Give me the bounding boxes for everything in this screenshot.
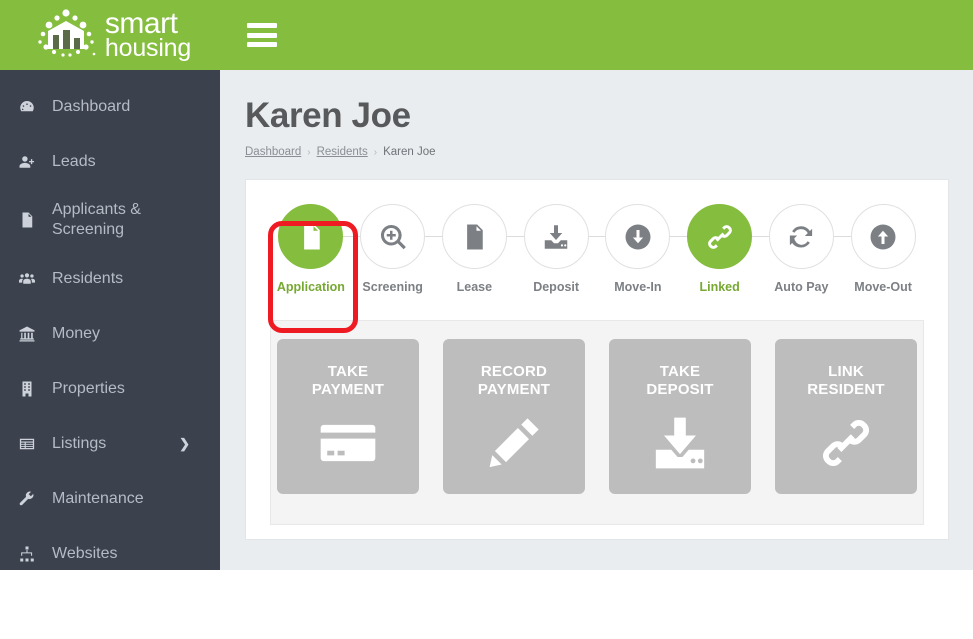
sidebar-nav: Dashboard Leads Applicants & Screening Resi… [0, 70, 220, 570]
sidebar-item-applicants-screening[interactable]: Applicants & Screening [0, 189, 220, 251]
workflow-step-lease[interactable]: Lease [434, 204, 516, 294]
breadcrumb-item: Karen Joe [383, 146, 436, 158]
arrow-up-circle-icon [850, 204, 916, 269]
sidebar-item-maintenance[interactable]: Maintenance [0, 471, 220, 526]
action-tile-take-deposit[interactable]: TAKE DEPOSIT [609, 339, 751, 494]
action-tile-label-line2: PAYMENT [477, 380, 551, 398]
workflow-stepper: Application Screening Lease Deposit Move-In L… [246, 180, 948, 302]
bank-icon [18, 325, 44, 343]
workflow-step-label: Move-In [614, 280, 662, 294]
wrench-icon [18, 490, 44, 508]
sidebar-item-listings[interactable]: Listings ❯ [0, 416, 220, 471]
workflow-step-label: Linked [699, 280, 740, 294]
sitemap-icon [18, 545, 44, 563]
chain-link-icon [687, 204, 753, 269]
sidebar-item-label: Residents [52, 269, 124, 287]
breadcrumb-item[interactable]: Residents [317, 146, 368, 158]
hamburger-menu-icon[interactable] [247, 23, 277, 47]
breadcrumb-item[interactable]: Dashboard [245, 146, 301, 158]
action-tile-label: LINK RESIDENT [807, 363, 884, 398]
list-window-icon [18, 435, 44, 453]
sidebar-item-label: Websites [52, 544, 118, 562]
breadcrumb-separator: › [373, 146, 378, 158]
dashboard-gauge-icon [18, 98, 44, 116]
sidebar-item-label: Properties [52, 379, 125, 397]
workflow-step-linked[interactable]: Linked [679, 204, 761, 294]
sidebar-item-label: Dashboard [52, 97, 131, 115]
sidebar-item-label: Leads [52, 152, 96, 170]
breadcrumb-separator: › [307, 146, 311, 158]
action-tile-label: TAKE DEPOSIT [646, 363, 713, 398]
brand-logo[interactable]: smart housing [0, 0, 220, 70]
action-tile-label: TAKE PAYMENT [312, 363, 384, 398]
building-icon [18, 380, 44, 398]
sidebar-item-label: Listings [52, 434, 107, 452]
resident-workflow-card: Application Screening Lease Deposit Move-In L… [245, 179, 949, 540]
workflow-step-label: Application [276, 280, 345, 294]
hamburger-bar [247, 23, 277, 28]
quick-actions-panel: TAKE PAYMENT RECORD PAYMENT TAKE DEPOSIT LINK R… [270, 320, 924, 525]
workflow-step-label: Lease [456, 280, 493, 294]
sidebar-item-label: Maintenance [52, 489, 144, 507]
sidebar-item-leads[interactable]: Leads [0, 134, 220, 189]
workflow-step-label: Screening [362, 280, 423, 294]
workflow-step-label: Move-Out [854, 280, 912, 294]
action-tile-label-line2: RESIDENT [807, 380, 885, 398]
action-tile-take-payment[interactable]: TAKE PAYMENT [277, 339, 419, 494]
page-header: Karen Joe Dashboard › Residents › Karen Joe [220, 70, 973, 158]
document-lines-icon [441, 204, 507, 269]
sidebar-item-residents[interactable]: Residents [0, 251, 220, 306]
action-tile-label: RECORD PAYMENT [478, 363, 550, 398]
sidebar-item-websites[interactable]: Websites [0, 526, 220, 570]
users-group-icon [18, 270, 44, 288]
sidebar-item-label: Applicants & Screening [52, 201, 141, 238]
brand-line-2: housing [104, 34, 192, 63]
action-tile-record-payment[interactable]: RECORD PAYMENT [443, 339, 585, 494]
buildings-dots-logo-icon [38, 9, 96, 57]
chain-link-icon [817, 412, 875, 474]
top-bar: smart housing [0, 0, 973, 70]
action-tile-label-line1: TAKE [659, 363, 701, 380]
download-tray-icon [523, 204, 589, 269]
application-window: smart housing Dashboard Leads Applicants &… [0, 0, 973, 639]
workflow-step-deposit[interactable]: Deposit [515, 204, 597, 294]
credit-card-icon [319, 412, 377, 474]
page-title: Karen Joe [245, 96, 411, 135]
workflow-step-move-out[interactable]: Move-Out [842, 204, 924, 294]
action-tile-label-line2: PAYMENT [311, 380, 385, 398]
workflow-step-label: Deposit [533, 280, 580, 294]
action-tile-label-line1: LINK [828, 363, 864, 380]
sidebar-item-label: Money [52, 324, 101, 342]
workflow-step-application[interactable]: Application [270, 204, 352, 294]
workflow-step-label: Auto Pay [774, 280, 829, 294]
download-tray-icon [651, 412, 709, 474]
sidebar-item-properties[interactable]: Properties [0, 361, 220, 416]
action-tile-label-line1: TAKE [327, 363, 369, 380]
action-tile-link-resident[interactable]: LINK RESIDENT [775, 339, 917, 494]
workflow-step-move-in[interactable]: Move-In [597, 204, 679, 294]
refresh-cycle-icon [768, 204, 834, 269]
hamburger-bar [247, 32, 277, 38]
brand-line-1: smart [104, 6, 178, 40]
document-lines-icon [278, 204, 344, 269]
breadcrumb: Dashboard › Residents › Karen Joe [245, 146, 973, 158]
pencil-icon [485, 412, 543, 474]
arrow-down-circle-icon [605, 204, 671, 269]
action-tile-label-line2: DEPOSIT [646, 380, 714, 398]
document-icon [18, 211, 44, 229]
sidebar-item-dashboard[interactable]: Dashboard [0, 79, 220, 134]
user-plus-icon [18, 153, 44, 171]
main-content: Karen Joe Dashboard › Residents › Karen Joe … [220, 70, 973, 570]
chevron-right-icon: ❯ [179, 435, 190, 451]
workflow-step-auto-pay[interactable]: Auto Pay [761, 204, 843, 294]
sidebar-item-money[interactable]: Money [0, 306, 220, 361]
workflow-step-screening[interactable]: Screening [352, 204, 434, 294]
hamburger-bar [247, 42, 277, 47]
magnifier-plus-icon [360, 204, 426, 269]
action-tile-label-line1: RECORD [480, 363, 548, 380]
